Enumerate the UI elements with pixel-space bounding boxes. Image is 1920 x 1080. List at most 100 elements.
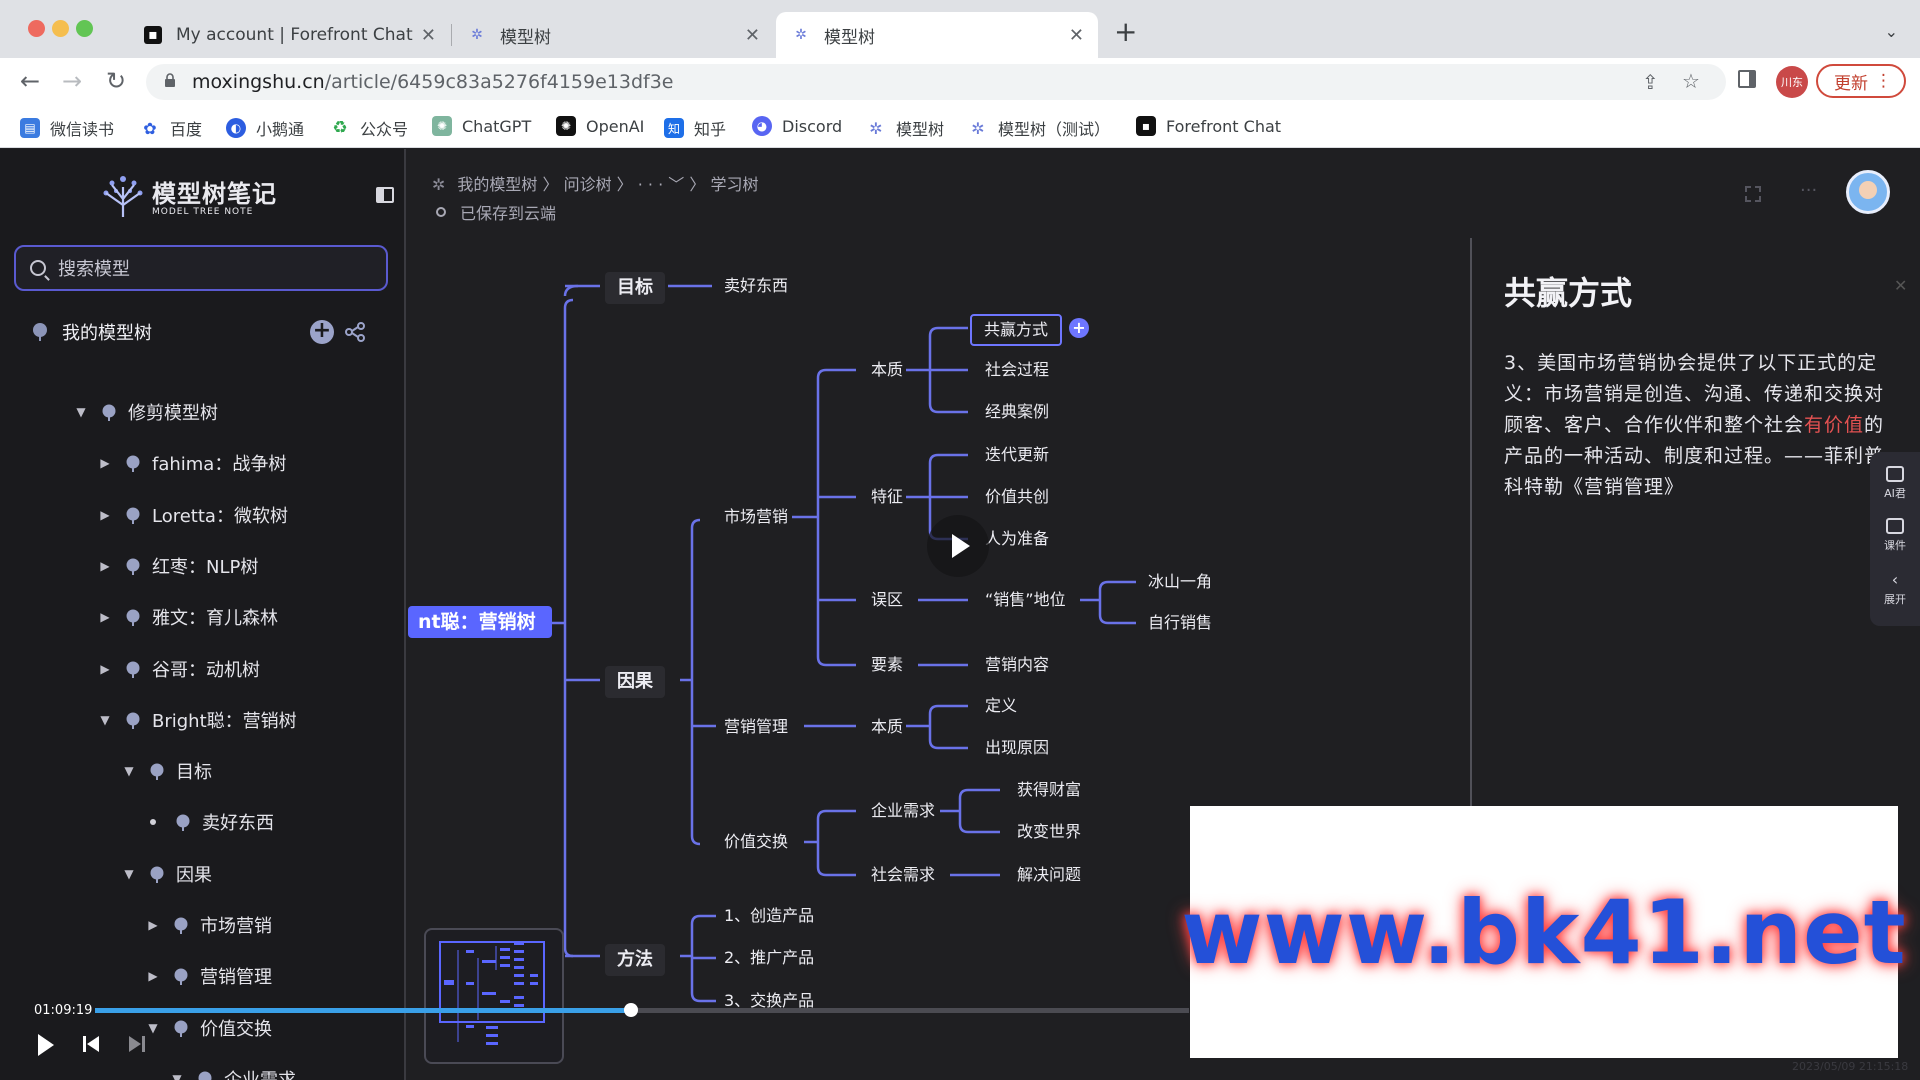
collapse-sidebar-icon[interactable] bbox=[376, 187, 394, 203]
bookmark[interactable]: ✿ 百度 bbox=[140, 116, 202, 140]
profile-avatar[interactable]: 川东 bbox=[1776, 66, 1808, 98]
tree-item[interactable]: ▼ 修剪模型树 bbox=[76, 397, 218, 427]
mindmap-node[interactable]: 迭代更新 bbox=[985, 445, 1049, 465]
caret-down-icon[interactable]: ▼ bbox=[124, 764, 134, 778]
bookmark[interactable]: ▪ Forefront Chat bbox=[1136, 116, 1281, 136]
video-play-overlay-button[interactable] bbox=[927, 515, 989, 577]
bookmark[interactable]: ✺ OpenAI bbox=[556, 116, 644, 136]
mindmap-node-selected[interactable]: 共赢方式 bbox=[970, 314, 1063, 346]
video-progress-knob[interactable] bbox=[624, 1003, 639, 1017]
address-bar[interactable]: moxingshu.cn/article/6459c83a5276f4159e1… bbox=[146, 64, 1726, 100]
mindmap-node[interactable]: 本质 bbox=[871, 717, 903, 737]
tree-item[interactable]: 卖好东西 bbox=[148, 807, 274, 837]
mindmap-node[interactable]: “销售”地位 bbox=[985, 590, 1066, 610]
sidebar-toggle-icon[interactable] bbox=[1738, 70, 1756, 88]
tree-item[interactable]: ▶ Loretta：微软树 bbox=[100, 500, 288, 530]
tree-item[interactable]: ▼ 价值交换 bbox=[148, 1013, 272, 1043]
forward-button[interactable]: → bbox=[62, 68, 82, 94]
mindmap-node[interactable]: 本质 bbox=[871, 360, 903, 380]
bookmark[interactable]: ◕ Discord bbox=[752, 116, 842, 136]
play-icon[interactable] bbox=[38, 1034, 54, 1056]
bookmark[interactable]: ♻ 公众号 bbox=[330, 116, 408, 140]
reload-button[interactable]: ↻ bbox=[106, 68, 126, 94]
mindmap-node[interactable]: 企业需求 bbox=[871, 801, 935, 821]
mindmap-node[interactable]: 价值交换 bbox=[724, 832, 788, 852]
mindmap-node[interactable]: 解决问题 bbox=[1017, 865, 1081, 885]
chevron-down-icon[interactable]: ⌄ bbox=[1885, 22, 1898, 41]
caret-down-icon[interactable]: ▼ bbox=[76, 405, 86, 419]
mindmap-node[interactable]: 定义 bbox=[985, 696, 1017, 716]
courseware-button[interactable]: 课件 bbox=[1870, 518, 1920, 553]
star-icon[interactable]: ☆ bbox=[1682, 69, 1700, 93]
bookmark[interactable]: 知知乎 bbox=[664, 116, 726, 140]
tree-item[interactable]: ▼ 企业需求 bbox=[172, 1064, 296, 1080]
mindmap-node[interactable]: 要素 bbox=[871, 655, 903, 675]
add-child-button[interactable]: + bbox=[1069, 318, 1089, 338]
mindmap-node[interactable]: 特征 bbox=[871, 487, 903, 507]
bookmark[interactable]: ✺ ChatGPT bbox=[432, 116, 531, 136]
minimize-window-button[interactable] bbox=[52, 20, 69, 37]
previous-icon[interactable] bbox=[82, 1034, 100, 1054]
mindmap-node[interactable]: 社会过程 bbox=[985, 360, 1049, 380]
next-icon[interactable] bbox=[128, 1034, 146, 1054]
panel-divider[interactable] bbox=[1470, 238, 1472, 806]
caret-down-icon[interactable]: ▼ bbox=[172, 1072, 182, 1080]
tree-item[interactable]: ▶ 谷哥：动机树 bbox=[100, 654, 260, 684]
my-trees-header[interactable]: 我的模型树 + bbox=[30, 317, 370, 347]
new-tab-button[interactable]: + bbox=[1114, 18, 1137, 46]
share-icon[interactable] bbox=[344, 321, 366, 343]
mindmap-node[interactable]: 1、创造产品 bbox=[724, 906, 814, 926]
search-input[interactable]: 搜索模型 bbox=[14, 245, 388, 291]
mindmap-node[interactable]: 营销管理 bbox=[724, 717, 788, 737]
tree-item[interactable]: ▼ 目标 bbox=[124, 756, 212, 786]
tree-item[interactable]: ▶ 红枣：NLP树 bbox=[100, 551, 258, 581]
mindmap-node[interactable]: 卖好东西 bbox=[724, 276, 788, 296]
panel-body[interactable]: 3、美国市场营销协会提供了以下正式的定义：市场营销是创造、沟通、传递和交换对顾客… bbox=[1504, 348, 1894, 503]
caret-right-icon[interactable]: ▶ bbox=[148, 918, 158, 932]
bookmark[interactable]: ✲ 模型树（测试） bbox=[968, 116, 1110, 140]
browser-tab[interactable]: ▪ My account | Forefront Chat ✕ bbox=[128, 12, 450, 58]
video-progress-bar[interactable] bbox=[95, 1003, 1189, 1017]
more-options-icon[interactable]: ··· bbox=[1800, 180, 1817, 201]
tree-item[interactable]: ▶ 营销管理 bbox=[148, 961, 272, 991]
bookmark[interactable]: ◐ 小鹅通 bbox=[226, 116, 304, 140]
browser-tab[interactable]: ✲ 模型树 ✕ bbox=[452, 12, 774, 58]
bookmark[interactable]: ▤ 微信读书 bbox=[20, 116, 114, 140]
caret-right-icon[interactable]: ▶ bbox=[100, 559, 110, 573]
caret-down-icon[interactable]: ▼ bbox=[100, 713, 110, 727]
back-button[interactable]: ← bbox=[20, 68, 40, 94]
tree-item[interactable]: ▶ fahima：战争树 bbox=[100, 448, 286, 478]
ai-tool-button[interactable]: AI君 bbox=[1870, 466, 1920, 501]
close-icon[interactable]: ✕ bbox=[745, 25, 760, 46]
mindmap-node[interactable]: 改变世界 bbox=[1017, 822, 1081, 842]
mindmap-root-node[interactable]: nt聪：营销树 bbox=[408, 606, 552, 638]
caret-right-icon[interactable]: ▶ bbox=[100, 610, 110, 624]
caret-right-icon[interactable]: ▶ bbox=[148, 969, 158, 983]
fullscreen-icon[interactable] bbox=[1745, 186, 1761, 202]
expand-button[interactable]: ‹ 展开 bbox=[1870, 570, 1920, 607]
browser-tab-active[interactable]: ✲ 模型树 ✕ bbox=[776, 12, 1098, 58]
mindmap-node[interactable]: 因果 bbox=[605, 666, 665, 698]
add-tree-button[interactable]: + bbox=[310, 320, 334, 344]
mindmap-node[interactable]: 出现原因 bbox=[985, 738, 1049, 758]
close-icon[interactable]: ✕ bbox=[1894, 276, 1907, 295]
close-icon[interactable]: ✕ bbox=[421, 25, 436, 46]
breadcrumb[interactable]: ✲ 我的模型树 〉 问诊树 〉 · · · ﹀ 〉 学习树 bbox=[432, 171, 758, 195]
app-logo[interactable]: 模型树笔记 MODEL TREE NOTE bbox=[98, 169, 277, 221]
maximize-window-button[interactable] bbox=[76, 20, 93, 37]
mindmap-node[interactable]: 人为准备 bbox=[985, 529, 1049, 549]
mindmap-node[interactable]: 目标 bbox=[605, 272, 665, 304]
mindmap-node[interactable]: 方法 bbox=[605, 944, 665, 976]
mindmap-node[interactable]: 营销内容 bbox=[985, 655, 1049, 675]
mindmap-node[interactable]: 冰山一角 bbox=[1148, 572, 1212, 592]
caret-right-icon[interactable]: ▶ bbox=[100, 662, 110, 676]
user-avatar[interactable] bbox=[1846, 170, 1890, 214]
close-icon[interactable]: ✕ bbox=[1069, 25, 1084, 46]
share-icon[interactable]: ⇪ bbox=[1642, 70, 1659, 94]
caret-down-icon[interactable]: ▼ bbox=[148, 1021, 158, 1035]
mindmap-node[interactable]: 获得财富 bbox=[1017, 780, 1081, 800]
tree-item[interactable]: ▼ Bright聪：营销树 bbox=[100, 705, 296, 735]
tree-item[interactable]: ▶ 雅文：育儿森林 bbox=[100, 602, 278, 632]
tree-item[interactable]: ▶ 市场营销 bbox=[148, 910, 272, 940]
bookmark[interactable]: ✲ 模型树 bbox=[866, 116, 944, 140]
